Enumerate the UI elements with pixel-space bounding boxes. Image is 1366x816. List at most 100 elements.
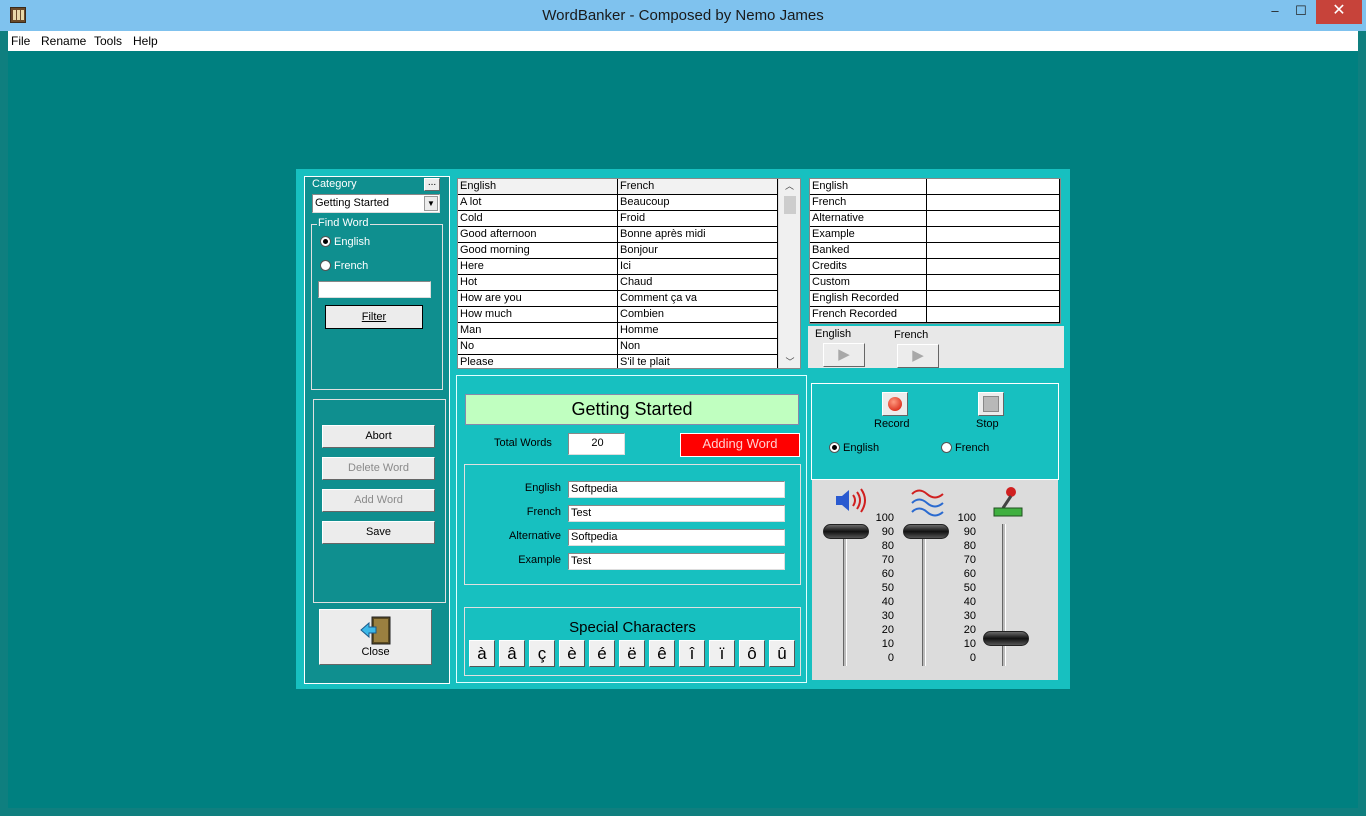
volume-track[interactable]	[843, 524, 847, 666]
play-icon: ▶	[838, 346, 850, 363]
scale-tick-label: 40	[881, 596, 894, 608]
scale-tick-label: 30	[881, 610, 894, 622]
menu-rename[interactable]: Rename	[41, 34, 86, 48]
special-char-button[interactable]: â	[499, 640, 525, 667]
field-input-example[interactable]: Test	[568, 553, 785, 570]
table-row[interactable]: Good morning Bonjour	[458, 243, 800, 259]
table-row[interactable]: How are you Comment ça va	[458, 291, 800, 307]
table-row[interactable]: Please S'il te plait	[458, 355, 800, 368]
category-dropdown[interactable]: Getting Started ▼	[312, 194, 440, 213]
detail-value	[927, 211, 1060, 226]
table-row[interactable]: No Non	[458, 339, 800, 355]
special-char-button[interactable]: ë	[619, 640, 645, 667]
cell-french: Froid	[618, 211, 778, 226]
minimize-button[interactable]: –	[1262, 0, 1288, 24]
play-icon: ▶	[912, 347, 924, 364]
detail-row[interactable]: Alternative	[810, 211, 1060, 227]
detail-value	[927, 291, 1060, 306]
field-input-english[interactable]: Softpedia	[568, 481, 785, 498]
menu-help[interactable]: Help	[133, 34, 158, 48]
special-char-button[interactable]: ï	[709, 640, 735, 667]
special-char-button[interactable]: ç	[529, 640, 555, 667]
word-list-scrollbar[interactable]: ︿ ﹀	[778, 179, 800, 368]
close-button[interactable]: Close	[319, 609, 432, 665]
scale-tick-label: 100	[957, 512, 976, 524]
radio-find-french[interactable]: French	[320, 260, 368, 272]
scale-tick-label: 0	[969, 652, 976, 664]
play-french-button[interactable]: ▶	[897, 344, 939, 368]
search-input[interactable]	[318, 281, 431, 298]
special-char-button[interactable]: é	[589, 640, 615, 667]
table-row[interactable]: Here Ici	[458, 259, 800, 275]
special-char-button[interactable]: à	[469, 640, 495, 667]
col-header-english[interactable]: English	[458, 179, 618, 194]
window-title: WordBanker - Composed by Nemo James	[542, 7, 824, 24]
add-word-button[interactable]: Add Word	[322, 489, 435, 512]
detail-label: French	[810, 195, 927, 210]
special-char-button[interactable]: î	[679, 640, 705, 667]
word-list-table[interactable]: English French A lot Beaucoup Cold Froid Goo…	[457, 178, 801, 369]
stop-button[interactable]	[978, 392, 1004, 416]
maximize-button[interactable]: ☐	[1288, 0, 1314, 24]
radio-find-english[interactable]: English	[320, 236, 370, 248]
balance-track[interactable]	[922, 524, 926, 666]
scroll-thumb[interactable]	[784, 196, 796, 214]
filter-button[interactable]: Filter	[325, 305, 423, 329]
detail-row[interactable]: English	[810, 179, 1060, 195]
close-window-button[interactable]: ✕	[1316, 0, 1362, 24]
find-word-label: Find Word	[317, 217, 370, 229]
detail-row[interactable]: Example	[810, 227, 1060, 243]
scale-tick-label: 20	[881, 624, 894, 636]
special-char-button[interactable]: è	[559, 640, 585, 667]
volume-slider-thumb[interactable]	[823, 524, 869, 539]
chevron-down-icon[interactable]: ▼	[424, 196, 438, 211]
menu-bar: File Rename Tools Help	[8, 31, 1358, 51]
cell-french: S'il te plait	[618, 355, 778, 368]
detail-row[interactable]: English Recorded	[810, 291, 1060, 307]
menu-file[interactable]: File	[11, 34, 30, 48]
stop-icon	[983, 396, 999, 412]
cell-french: Homme	[618, 323, 778, 338]
total-words-value: 20	[568, 433, 625, 455]
special-char-button[interactable]: ô	[739, 640, 765, 667]
recorder-panel	[811, 383, 1059, 480]
mic-slider-thumb[interactable]	[983, 631, 1029, 647]
radio-rec-french[interactable]: French	[941, 442, 989, 454]
radio-rec-english[interactable]: English	[829, 442, 879, 454]
microphone-icon	[993, 487, 1023, 517]
field-input-french[interactable]: Test	[568, 505, 785, 522]
special-char-button[interactable]: ê	[649, 640, 675, 667]
table-row[interactable]: Good afternoon Bonne après midi	[458, 227, 800, 243]
exit-door-icon	[359, 616, 390, 645]
cell-english: Hot	[458, 275, 618, 290]
table-row[interactable]: Cold Froid	[458, 211, 800, 227]
abort-button[interactable]: Abort	[322, 425, 435, 448]
category-more-button[interactable]: ...	[424, 178, 440, 191]
table-row[interactable]: Hot Chaud	[458, 275, 800, 291]
balance-slider-thumb[interactable]	[903, 524, 949, 539]
table-row[interactable]: Man Homme	[458, 323, 800, 339]
menu-tools[interactable]: Tools	[94, 34, 122, 48]
detail-label: Custom	[810, 275, 927, 290]
delete-word-button[interactable]: Delete Word	[322, 457, 435, 480]
table-row[interactable]: How much Combien	[458, 307, 800, 323]
col-header-french[interactable]: French	[618, 179, 778, 194]
total-words-label: Total Words	[494, 437, 552, 449]
detail-label: Credits	[810, 259, 927, 274]
record-button[interactable]	[882, 392, 908, 416]
play-english-button[interactable]: ▶	[823, 343, 865, 367]
word-details-table[interactable]: English French Alternative Example Banked Cre…	[809, 178, 1061, 324]
scroll-up-icon[interactable]: ︿	[779, 179, 800, 192]
detail-row[interactable]: Banked	[810, 243, 1060, 259]
save-button[interactable]: Save	[322, 521, 435, 544]
detail-row[interactable]: French	[810, 195, 1060, 211]
cell-english: Please	[458, 355, 618, 368]
scroll-down-icon[interactable]: ﹀	[779, 355, 800, 368]
detail-row[interactable]: Credits	[810, 259, 1060, 275]
scale-tick-label: 10	[881, 638, 894, 650]
table-row[interactable]: A lot Beaucoup	[458, 195, 800, 211]
field-input-alternative[interactable]: Softpedia	[568, 529, 785, 546]
special-char-button[interactable]: û	[769, 640, 795, 667]
detail-row[interactable]: Custom	[810, 275, 1060, 291]
detail-row[interactable]: French Recorded	[810, 307, 1060, 323]
